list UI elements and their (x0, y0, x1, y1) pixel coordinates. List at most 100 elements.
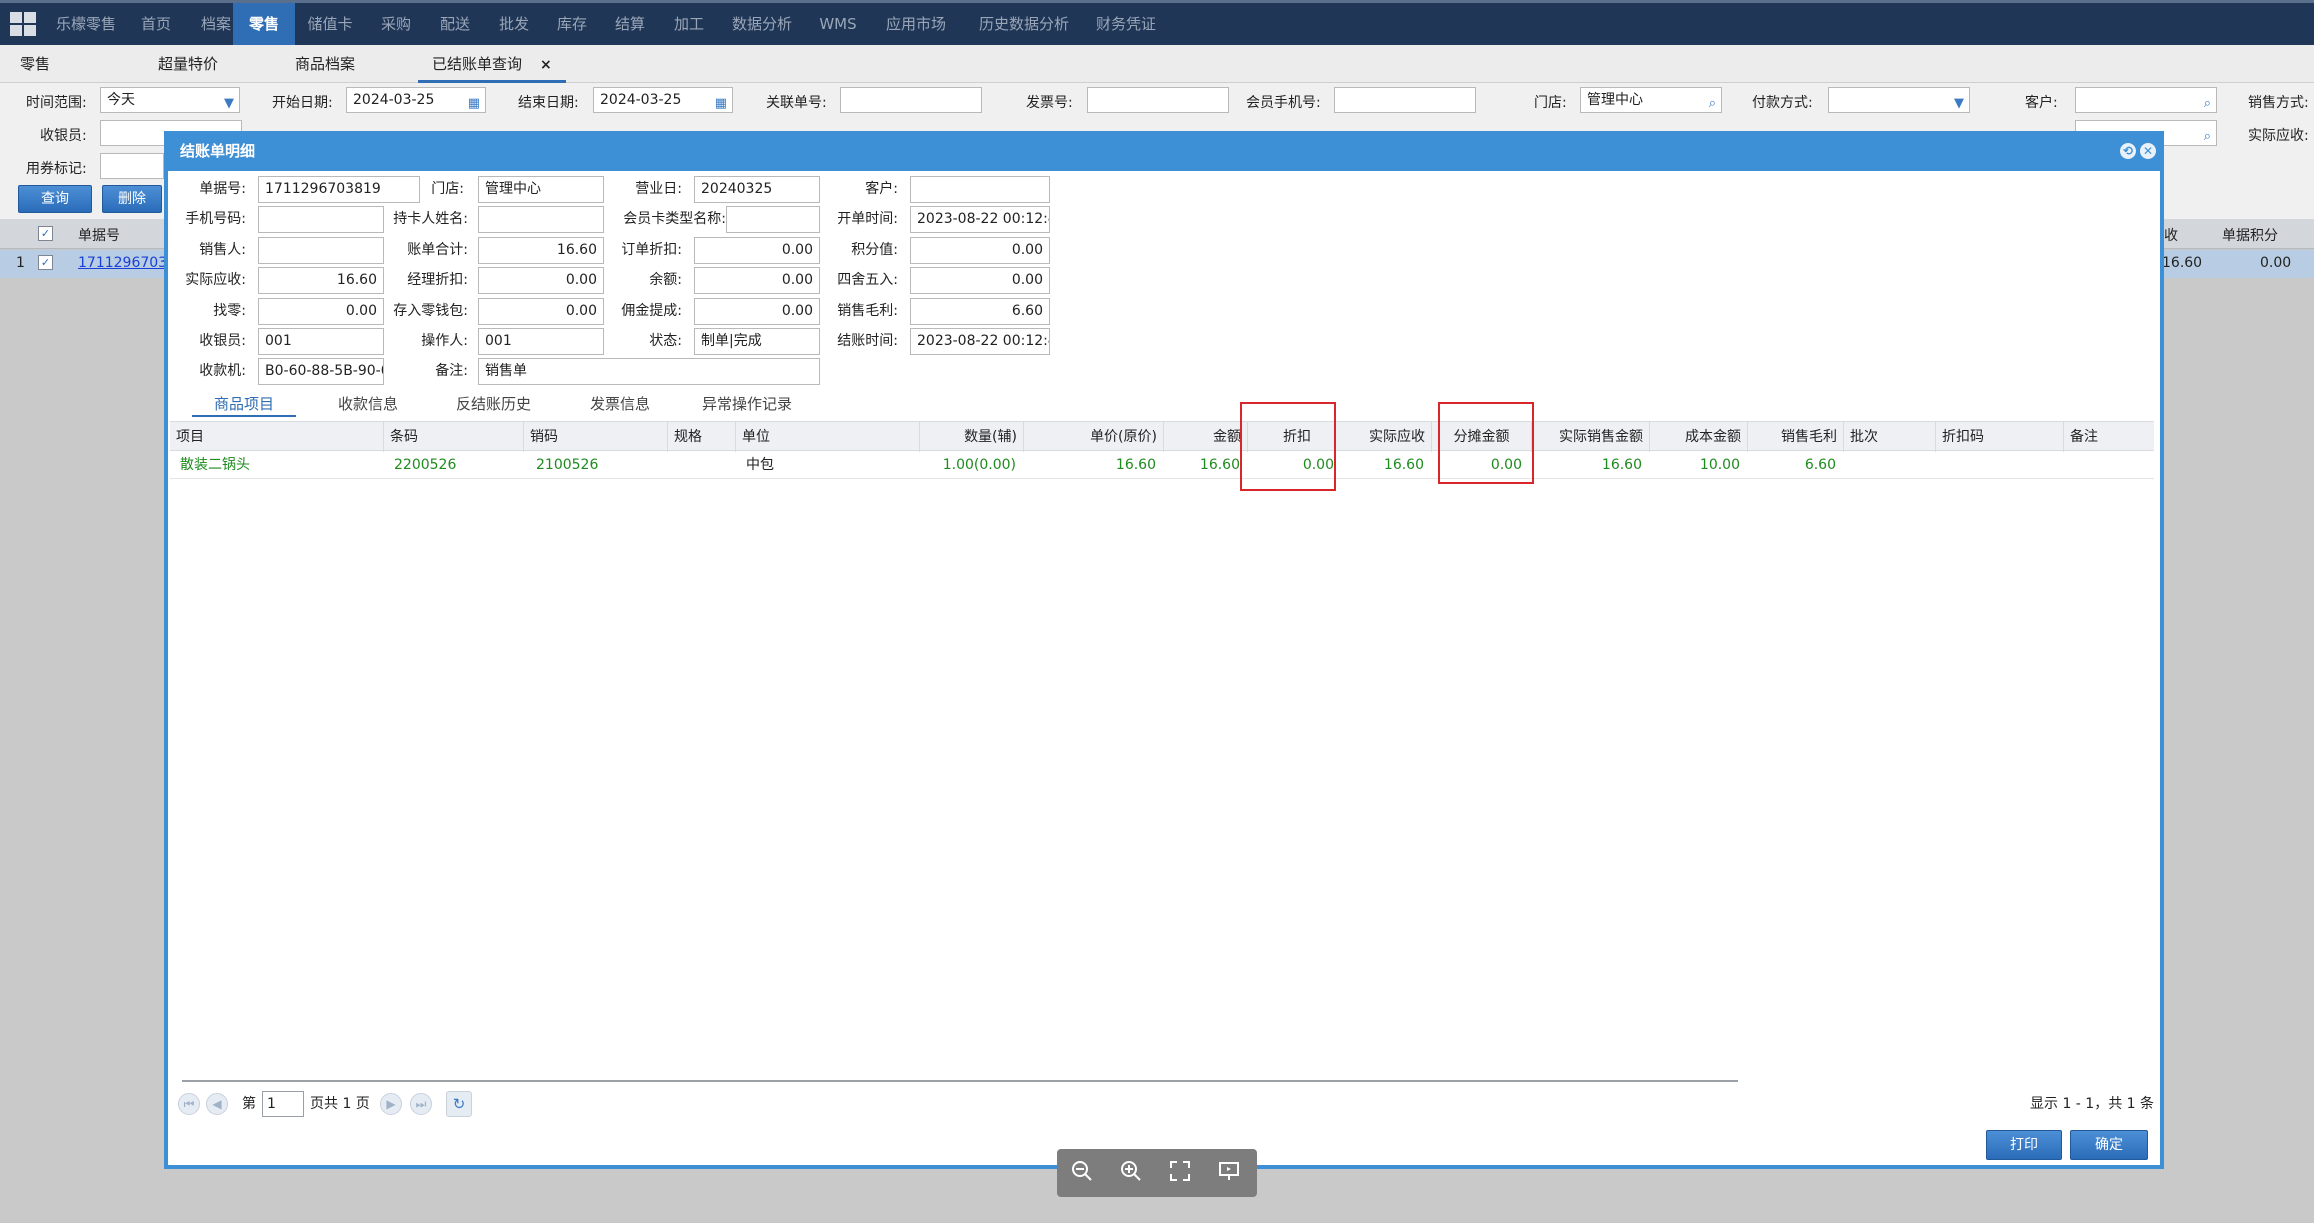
close-dialog-icon[interactable]: ✕ (2140, 143, 2156, 159)
prev-page-icon[interactable]: ◀ (206, 1093, 228, 1115)
tab-product-archive[interactable]: 商品档案 (295, 45, 355, 83)
col-item[interactable]: 项目 (170, 422, 384, 452)
zoom-out-icon[interactable] (1068, 1159, 1096, 1187)
col-unit[interactable]: 单位 (736, 422, 920, 452)
col-profit[interactable]: 销售毛利 (1748, 422, 1844, 452)
remark-field[interactable]: 销售单 (478, 358, 820, 385)
mgr-discount-field[interactable]: 0.00 (478, 267, 604, 294)
nav-data-analysis[interactable]: 数据分析 (720, 3, 804, 45)
col-amount[interactable]: 金额 (1164, 422, 1248, 452)
search-icon[interactable]: ⌕ (2204, 125, 2211, 149)
pay-method-select[interactable]: ▼ (1828, 87, 1970, 113)
first-page-icon[interactable]: ⏮ (178, 1093, 200, 1115)
tab-close-icon[interactable]: × (540, 57, 552, 73)
nav-inventory[interactable]: 库存 (542, 3, 602, 45)
col-spec[interactable]: 规格 (668, 422, 736, 452)
rounding-field[interactable]: 0.00 (910, 267, 1050, 294)
start-date-input[interactable]: 2024-03-25 ▦ (346, 87, 486, 113)
store-field[interactable]: 管理中心 (478, 176, 604, 203)
end-date-input[interactable]: 2024-03-25 ▦ (593, 87, 733, 113)
subtab-payment-info[interactable]: 收款信息 (338, 391, 398, 417)
nav-retail[interactable]: 零售 (233, 3, 295, 45)
nav-brand[interactable]: 乐檬零售 (46, 3, 126, 45)
tab-retail[interactable]: 零售 (20, 45, 50, 83)
col-batch[interactable]: 批次 (1844, 422, 1936, 452)
member-phone-input[interactable] (1334, 87, 1476, 113)
nav-wms[interactable]: WMS (808, 3, 868, 45)
table-row[interactable]: 散装二锅头 2200526 2100526 中包 1.00(0.00) 16.6… (170, 452, 2154, 479)
grid-logo-icon[interactable] (10, 12, 38, 38)
col-sale-code[interactable]: 销码 (524, 422, 668, 452)
balance-field[interactable]: 0.00 (694, 267, 820, 294)
nav-history-analysis[interactable]: 历史数据分析 (964, 3, 1084, 45)
subtab-exception-log[interactable]: 异常操作记录 (702, 391, 792, 417)
col-barcode[interactable]: 条码 (384, 422, 524, 452)
open-time-field[interactable]: 2023-08-22 00:12:49 (910, 206, 1050, 233)
operator-field[interactable]: 001 (478, 328, 604, 355)
time-range-select[interactable]: 今天 ▼ (100, 87, 240, 113)
nav-home[interactable]: 首页 (126, 3, 186, 45)
related-no-input[interactable] (840, 87, 982, 113)
phone-field[interactable] (258, 206, 384, 233)
card-type-field[interactable] (726, 206, 820, 233)
col-receivable[interactable]: 实际应收 (1336, 422, 1432, 452)
nav-stored-value-card[interactable]: 储值卡 (300, 3, 360, 45)
bill-total-field[interactable]: 16.60 (478, 237, 604, 264)
search-icon[interactable]: ⌕ (2204, 92, 2211, 116)
calendar-icon[interactable]: ▦ (468, 92, 480, 116)
zoom-in-icon[interactable] (1117, 1159, 1145, 1187)
checkbox-icon[interactable]: ✓ (38, 226, 53, 241)
salesperson-field[interactable] (258, 237, 384, 264)
col-doc-no[interactable]: 单据号 (78, 225, 120, 245)
subtab-product-items[interactable]: 商品项目 (192, 391, 296, 417)
col-qty[interactable]: 数量(辅) (920, 422, 1024, 452)
calendar-icon[interactable]: ▦ (715, 92, 727, 116)
nav-processing[interactable]: 加工 (659, 3, 719, 45)
last-page-icon[interactable]: ⏭ (410, 1093, 432, 1115)
tab-over-limit-special[interactable]: 超量特价 (158, 45, 218, 83)
slideshow-icon[interactable] (1215, 1159, 1243, 1187)
horizontal-scrollbar[interactable] (182, 1080, 1738, 1082)
nav-wholesale[interactable]: 批发 (484, 3, 544, 45)
customer-input[interactable]: ⌕ (2075, 87, 2217, 113)
gross-profit-field[interactable]: 6.60 (910, 298, 1050, 325)
next-page-icon[interactable]: ▶ (380, 1093, 402, 1115)
delete-button[interactable]: 删除 (102, 185, 162, 213)
refresh-dialog-icon[interactable]: ⟲ (2120, 143, 2136, 159)
subtab-reverse-history[interactable]: 反结账历史 (456, 391, 531, 417)
pos-field[interactable]: B0-60-88-5B-90-06 (258, 358, 384, 385)
biz-day-field[interactable]: 20240325 (694, 176, 820, 203)
store-select[interactable]: 管理中心 ⌕ (1580, 87, 1722, 113)
col-price[interactable]: 单价(原价) (1024, 422, 1164, 452)
actual-recv-field[interactable]: 16.60 (258, 267, 384, 294)
reload-icon[interactable]: ↻ (446, 1091, 472, 1117)
nav-distribution[interactable]: 配送 (425, 3, 485, 45)
coupon-mark-select[interactable] (100, 153, 164, 179)
col-discount-code[interactable]: 折扣码 (1936, 422, 2064, 452)
nav-settlement[interactable]: 结算 (600, 3, 660, 45)
commission-field[interactable]: 0.00 (694, 298, 820, 325)
col-receivable[interactable]: 收 (2164, 225, 2178, 245)
col-actual-sales[interactable]: 实际销售金额 (1532, 422, 1650, 452)
doc-no-field[interactable]: 1711296703819 (258, 176, 420, 203)
subtab-invoice-info[interactable]: 发票信息 (590, 391, 650, 417)
order-discount-field[interactable]: 0.00 (694, 237, 820, 264)
col-cost[interactable]: 成本金额 (1650, 422, 1748, 452)
search-icon[interactable]: ⌕ (1709, 92, 1716, 116)
page-number-input[interactable]: 1 (262, 1091, 304, 1117)
nav-app-market[interactable]: 应用市场 (874, 3, 958, 45)
confirm-button[interactable]: 确定 (2070, 1130, 2148, 1160)
fullscreen-icon[interactable] (1166, 1159, 1194, 1187)
customer-field[interactable] (910, 176, 1050, 203)
cashier-field[interactable]: 001 (258, 328, 384, 355)
wallet-field[interactable]: 0.00 (478, 298, 604, 325)
col-remark[interactable]: 备注 (2064, 422, 2154, 452)
points-field[interactable]: 0.00 (910, 237, 1050, 264)
print-button[interactable]: 打印 (1986, 1130, 2062, 1160)
invoice-no-input[interactable] (1087, 87, 1229, 113)
checkbox-icon[interactable]: ✓ (38, 255, 53, 270)
col-points[interactable]: 单据积分 (2222, 225, 2278, 245)
tab-settled-bill-query[interactable]: 已结账单查询 × (418, 45, 566, 83)
status-field[interactable]: 制单|完成 (694, 328, 820, 355)
change-field[interactable]: 0.00 (258, 298, 384, 325)
